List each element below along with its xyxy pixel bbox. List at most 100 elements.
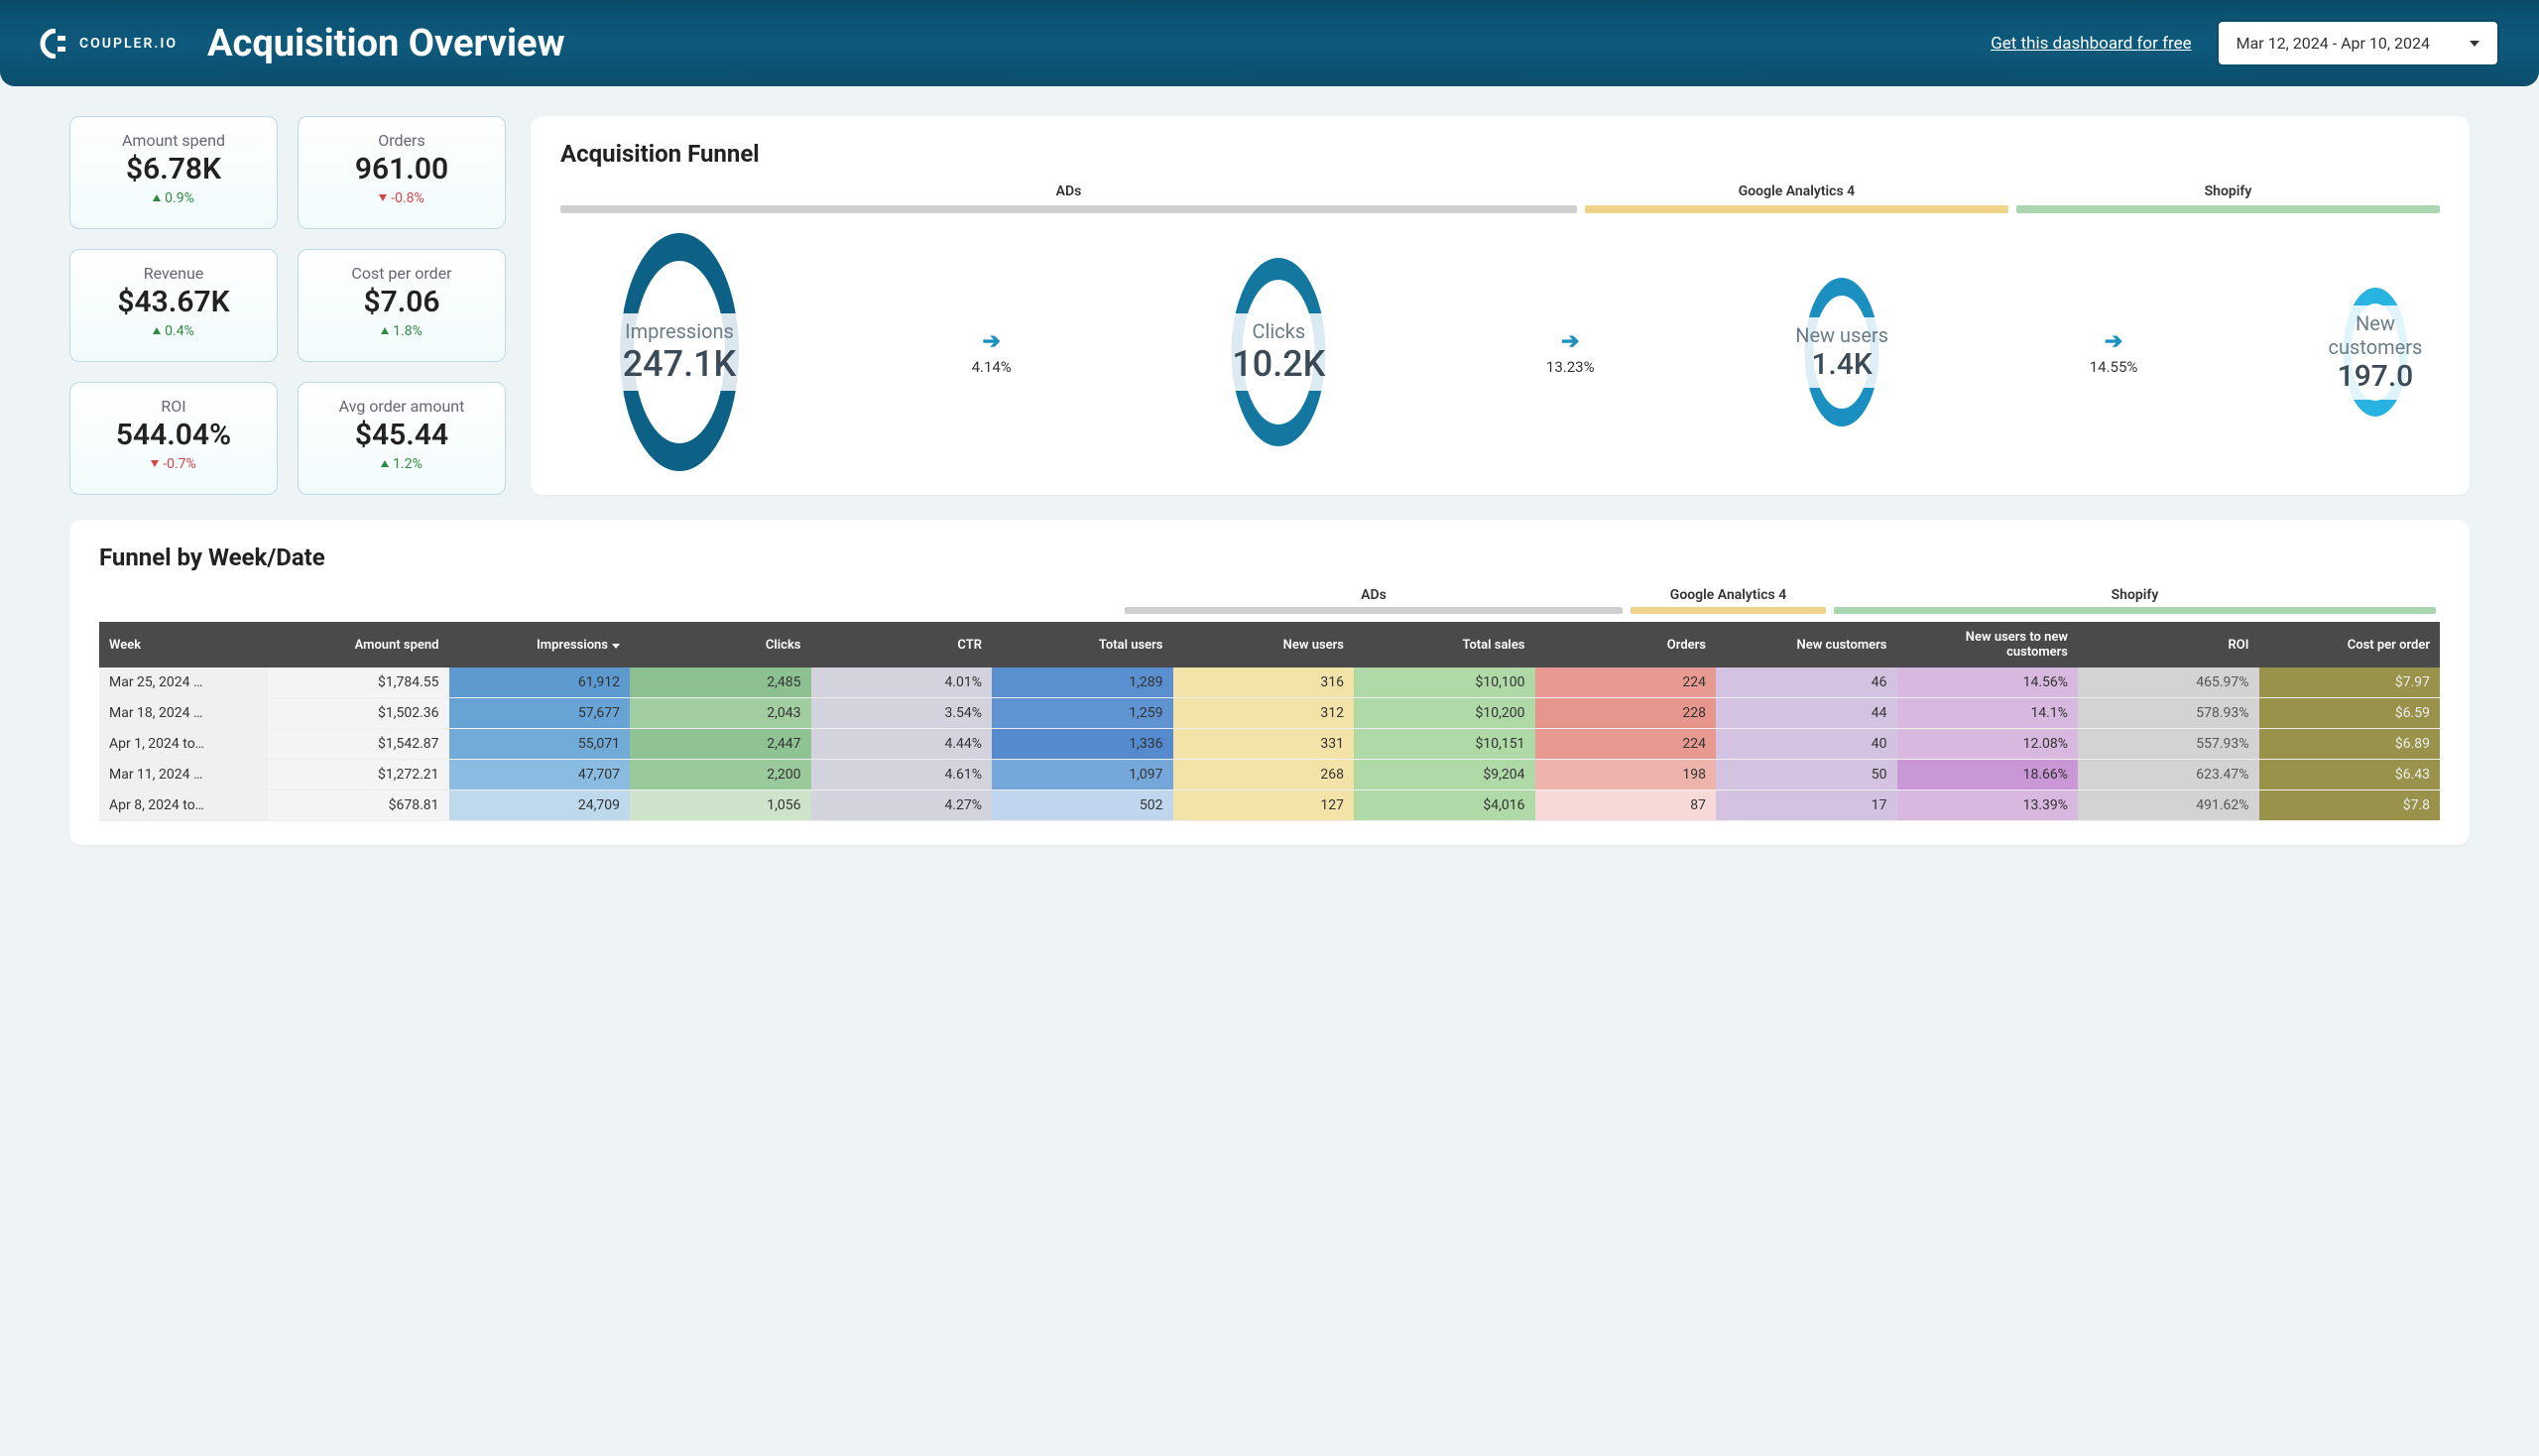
funnel-source-bars: ADs Google Analytics 4 Shopify [560,183,2440,213]
source-label: Google Analytics 4 [1585,183,2008,199]
kpi-card: Revenue$43.67K0.4% [69,249,278,362]
arrow-right-icon: ➔ [1561,329,1579,354]
kpi-grid: Amount spend $6.78K 0.9% Orders961.00-0.8% R… [69,116,506,495]
table-body: Mar 25, 2024 …$1,784.5561,9122,4854.01%1… [99,667,2440,821]
source-label: Shopify [1834,587,2436,603]
source-bar [560,205,1577,213]
kpi-card: Cost per order$7.061.8% [298,249,506,362]
kpi-label: Orders [308,131,495,150]
kpi-card: Orders961.00-0.8% [298,116,506,229]
column-header[interactable]: Clicks [630,622,811,667]
kpi-delta: 0.9% [153,190,194,206]
kpi-card: ROI544.04%-0.7% [69,382,278,495]
chevron-down-icon [2470,41,2479,47]
kpi-delta: -0.8% [379,190,424,206]
cell-totusr: 502 [992,790,1173,821]
kpi-card: Amount spend $6.78K 0.9% [69,116,278,229]
funnel-panel: Acquisition Funnel ADsGoogle Analytics 4… [531,116,2470,495]
kpi-delta: 1.2% [381,456,423,472]
cell-sales: $10,151 [1354,729,1535,760]
cell-spend: $1,784.55 [268,667,449,698]
stage-overlay: Clicks10.2K [1216,313,1341,391]
cell-roi: 557.93% [2078,729,2259,760]
cell-roi: 578.93% [2078,698,2259,729]
table-row: Mar 11, 2024 …$1,272.2147,7072,2004.61%1… [99,760,2440,790]
cell-week: Mar 25, 2024 … [99,667,268,698]
column-header[interactable]: Week [99,622,268,667]
cell-cpo: $7.8 [2259,790,2441,821]
cell-newusr: 312 [1173,698,1355,729]
cell-totusr: 1,289 [992,667,1173,698]
cell-newcust: 17 [1716,790,1897,821]
cell-newcust: 50 [1716,760,1897,790]
kpi-delta: 1.8% [381,323,423,339]
column-header[interactable]: New users [1173,622,1355,667]
cell-nu2nc: 14.56% [1897,667,2079,698]
column-header[interactable]: ROI [2078,622,2259,667]
kpi-label: Avg order amount [308,397,495,416]
stage-label: New users [1795,323,1888,347]
column-header[interactable]: New users to new customers [1897,622,2079,667]
column-header[interactable]: CTR [811,622,993,667]
conversion-pct: 14.55% [2090,358,2138,376]
date-range-picker[interactable]: Mar 12, 2024 - Apr 10, 2024 [2217,20,2499,66]
funnel-source: Shopify [2016,183,2440,213]
arrow-down-icon [379,194,387,201]
header-right: Get this dashboard for free Mar 12, 2024… [1991,20,2499,66]
column-header[interactable]: New customers [1716,622,1897,667]
source-label: ADs [560,183,1577,199]
app-header: COUPLER.IO Acquisition Overview Get this… [0,0,2539,86]
cell-cpo: $6.59 [2259,698,2441,729]
arrow-down-icon [151,460,159,467]
cell-spend: $1,272.21 [268,760,449,790]
arrow-up-icon [381,327,389,334]
conversion-pct: 4.14% [972,358,1012,376]
kpi-value: 544.04% [80,418,267,452]
kpi-value: $43.67K [80,285,267,319]
funnel-stage: New users1.4K [1767,278,1916,426]
date-range-value: Mar 12, 2024 - Apr 10, 2024 [2237,34,2430,53]
get-dashboard-link[interactable]: Get this dashboard for free [1991,34,2191,54]
table-header-row: WeekAmount spendImpressionsClicksCTRTota… [99,622,2440,667]
cell-clicks: 2,043 [630,698,811,729]
cell-sales: $4,016 [1354,790,1535,821]
stage-value: 247.1K [623,343,737,385]
stage-value: 1.4K [1795,347,1888,382]
cell-newusr: 331 [1173,729,1355,760]
arrow-up-icon [381,460,389,467]
cell-cpo: $7.97 [2259,667,2441,698]
funnel-stage: Impressions247.1K [560,233,798,471]
cell-impr: 24,709 [449,790,631,821]
cell-newcust: 46 [1716,667,1897,698]
cell-newcust: 44 [1716,698,1897,729]
cell-roi: 491.62% [2078,790,2259,821]
column-header[interactable]: Impressions [449,622,631,667]
source-bar [1834,607,2436,614]
kpi-label: Revenue [80,264,267,283]
conversion-step: ➔14.55% [2090,329,2138,376]
cell-newusr: 268 [1173,760,1355,790]
cell-cpo: $6.89 [2259,729,2441,760]
brand-text: COUPLER.IO [79,36,178,52]
column-header[interactable]: Total users [992,622,1173,667]
column-header[interactable]: Amount spend [268,622,449,667]
kpi-label: Amount spend [80,131,267,150]
cell-ctr: 4.61% [811,760,993,790]
kpi-delta: -0.7% [151,456,196,472]
column-header[interactable]: Total sales [1354,622,1535,667]
cell-cpo: $6.43 [2259,760,2441,790]
cell-week: Mar 11, 2024 … [99,760,268,790]
conversion-step: ➔4.14% [972,329,1012,376]
brand-logo: COUPLER.IO [40,29,178,59]
stage-label: New customers [2327,311,2424,359]
column-header[interactable]: Cost per order [2259,622,2441,667]
cell-impr: 57,677 [449,698,631,729]
column-header[interactable]: Orders [1535,622,1717,667]
kpi-value: $6.78K [80,152,267,186]
table-source-bars: ADsGoogle Analytics 4Shopify [99,587,2440,614]
funnel-stage: New customers197.0 [2311,288,2440,417]
table-row: Apr 1, 2024 to…$1,542.8755,0712,4474.44%… [99,729,2440,760]
table-source: Shopify [1830,587,2440,614]
cell-orders: 224 [1535,729,1717,760]
source-bar [2016,205,2440,213]
